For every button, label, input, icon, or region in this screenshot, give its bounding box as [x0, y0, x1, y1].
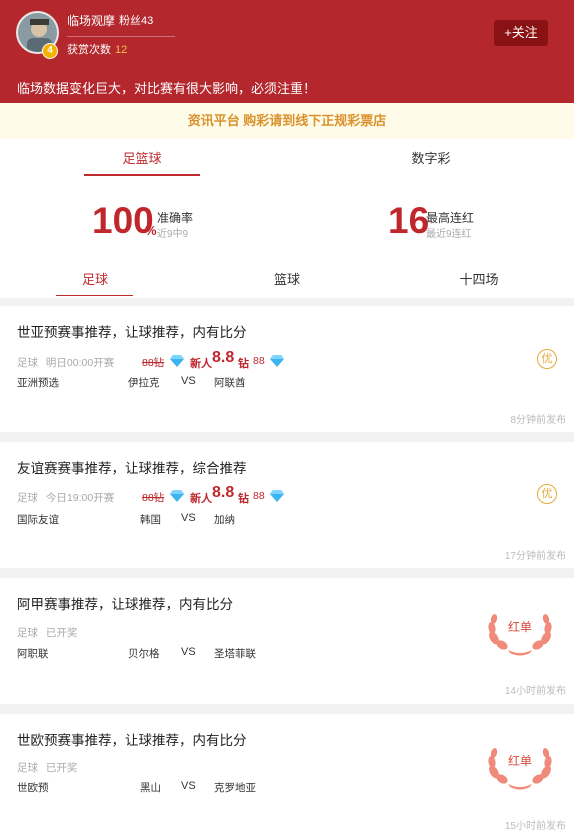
follow-button[interactable]: +关注	[494, 20, 548, 46]
publish-time: 14小时前发布	[504, 686, 566, 697]
streak-value: 16	[388, 200, 430, 241]
newbie-price: 8.8	[212, 484, 235, 501]
diamond-icon	[170, 355, 184, 367]
reward-count: 获赏次数 12	[67, 41, 127, 57]
diamond-icon	[270, 355, 284, 367]
tab-fourteen[interactable]: 十四场	[439, 269, 519, 288]
away-team: 加纳	[214, 514, 235, 526]
league-name: 国际友谊	[17, 514, 59, 526]
original-price: 88	[253, 490, 265, 502]
premium-badge: 优	[537, 349, 557, 369]
diamond-unit: 钻	[238, 358, 249, 370]
reward-number: 12	[115, 44, 128, 56]
home-team: 伊拉克	[128, 377, 160, 389]
vs-label: VS	[181, 646, 196, 658]
streak-sub: 最近9连红	[426, 229, 472, 240]
card-meta: 足球 今日19:00开赛	[17, 490, 119, 505]
match-status: 明日00:00开赛	[45, 357, 115, 369]
tab-digital-lottery[interactable]: 数字彩	[373, 148, 489, 167]
header-divider	[67, 36, 175, 37]
recommendation-card[interactable]: 友谊赛赛事推荐，让球推荐，综合推荐 足球 今日19:00开赛 88钻 新人 8.…	[0, 442, 574, 568]
recommendation-card[interactable]: 世亚预赛事推荐，让球推荐，内有比分 足球 明日00:00开赛 88钻 新人 8.…	[0, 306, 574, 432]
vs-label: VS	[181, 780, 196, 792]
publish-time: 17分钟前发布	[504, 551, 566, 562]
tab-football[interactable]: 足球	[55, 269, 135, 288]
vs-label: VS	[181, 512, 196, 524]
league-name: 亚洲预选	[17, 377, 59, 389]
publish-time: 15小时前发布	[504, 821, 566, 832]
home-team: 韩国	[140, 514, 161, 526]
diamond-unit: 钻	[238, 493, 249, 505]
newbie-price: 8.8	[212, 349, 235, 366]
match-status: 已开奖	[45, 762, 78, 774]
card-meta: 足球 已开奖	[17, 625, 82, 640]
accuracy-unit: %	[145, 223, 157, 238]
streak-label: 最高连红	[426, 211, 475, 225]
old-price: 88钻	[142, 492, 165, 504]
recommendation-card[interactable]: 世欧预赛事推荐，让球推荐，内有比分 足球 已开奖 世欧预 黑山 VS 克罗地亚 …	[0, 714, 574, 838]
match-status: 今日19:00开赛	[45, 492, 115, 504]
card-meta: 足球 明日00:00开赛	[17, 355, 119, 370]
top-tab-indicator	[84, 174, 200, 176]
diamond-icon	[270, 490, 284, 502]
card-title: 友谊赛赛事推荐，让球推荐，综合推荐	[17, 461, 247, 476]
sport-label: 足球	[17, 627, 38, 639]
league-name: 世欧预	[17, 782, 49, 794]
reward-label: 获赏次数	[67, 44, 111, 56]
recommendation-card[interactable]: 阿甲赛事推荐，让球推荐，内有比分 足球 已开奖 阿职联 贝尔格 VS 圣塔菲联 …	[0, 578, 574, 704]
away-team: 克罗地亚	[214, 782, 256, 794]
sport-label: 足球	[17, 357, 38, 369]
premium-badge: 优	[537, 484, 557, 504]
lottery-notice-banner: 资讯平台 购彩请到线下正规彩票店	[0, 103, 574, 139]
accuracy-sub: 近9中9	[157, 229, 189, 240]
old-price: 88钻	[142, 357, 165, 369]
match-status: 已开奖	[45, 627, 78, 639]
red-single-label: 红单	[507, 620, 532, 634]
stats-panel: 足篮球 数字彩 100 % 准确率 近9中9 16 最高连红 最近9连红 足球 …	[0, 139, 574, 298]
sub-tab-indicator	[56, 295, 133, 296]
level-badge: 4	[42, 43, 58, 59]
tab-football-basketball[interactable]: 足篮球	[84, 148, 200, 167]
away-team: 圣塔菲联	[214, 648, 256, 660]
newbie-label: 新人	[190, 358, 212, 370]
card-title: 世欧预赛事推荐，让球推荐，内有比分	[17, 733, 247, 748]
accuracy-label: 准确率	[157, 211, 194, 225]
card-title: 阿甲赛事推荐，让球推荐，内有比分	[17, 597, 233, 612]
tab-basketball[interactable]: 篮球	[247, 269, 327, 288]
newbie-label: 新人	[190, 493, 212, 505]
card-meta: 足球 已开奖	[17, 760, 82, 775]
card-title: 世亚预赛事推荐，让球推荐，内有比分	[17, 325, 247, 340]
vs-label: VS	[181, 375, 196, 387]
diamond-icon	[170, 490, 184, 502]
original-price: 88	[253, 355, 265, 367]
author-header: 4 临场观摩 粉丝43 获赏次数 12 +关注 临场数据变化巨大，对比赛有很大影响…	[0, 0, 574, 103]
red-single-label: 红单	[507, 754, 532, 768]
fans-count: 粉丝43	[119, 15, 154, 27]
home-team: 黑山	[140, 782, 161, 794]
league-name: 阿职联	[17, 648, 49, 660]
author-notice: 临场数据变化巨大，对比赛有很大影响，必须注重！	[17, 81, 317, 96]
user-name: 临场观摩	[67, 14, 116, 28]
home-team: 贝尔格	[128, 648, 160, 660]
publish-time: 8分钟前发布	[510, 415, 566, 426]
away-team: 阿联酋	[214, 377, 246, 389]
sport-label: 足球	[17, 762, 38, 774]
sport-label: 足球	[17, 492, 38, 504]
